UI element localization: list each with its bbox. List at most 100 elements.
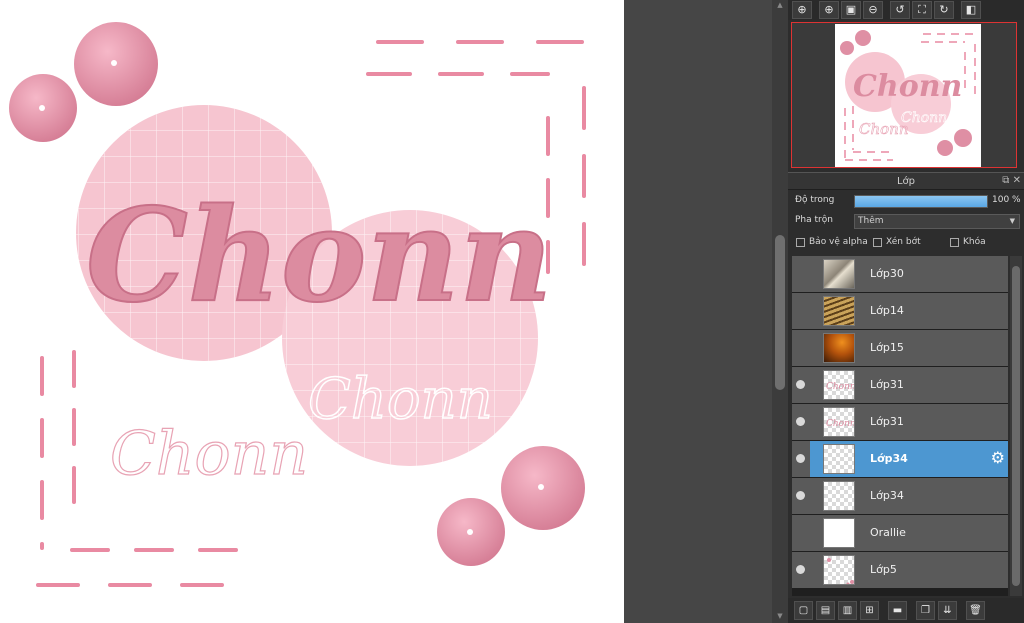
layer-name: Lớp34: [870, 452, 908, 465]
layer-panel-title: Lớp: [896, 176, 916, 187]
blend-mode-value: Thêm: [858, 216, 884, 226]
zoom-in-icon[interactable]: ⊕: [819, 1, 839, 19]
chevron-down-icon: ▼: [1009, 217, 1015, 225]
visibility-toggle[interactable]: [792, 515, 810, 551]
add-layer-menu-icon[interactable]: ⊞: [860, 601, 879, 620]
eye-icon: [796, 565, 805, 574]
layer-thumbnail: [823, 555, 855, 585]
layer-name: Lớp14: [870, 304, 904, 317]
scroll-up-icon[interactable]: ▲: [775, 1, 785, 9]
layer-list-scrollbar[interactable]: [1010, 256, 1022, 596]
layer-row[interactable]: Lớp34 ⚙: [792, 441, 1008, 477]
layer-thumbnail: [823, 444, 855, 474]
layer-panel-header: Lớp ⧉ ✕: [788, 172, 1024, 190]
merge-layer-icon[interactable]: ⇊: [938, 601, 957, 620]
opacity-slider-fill: [855, 196, 987, 207]
layer-name: Lớp31: [870, 415, 904, 428]
layer-row[interactable]: Lớp34: [792, 478, 1008, 514]
canvas-workspace: [624, 0, 772, 623]
layer-name: Lớp15: [870, 341, 904, 354]
eye-icon: [796, 491, 805, 500]
layer-list-scrollbar-thumb[interactable]: [1012, 266, 1020, 586]
protect-alpha-checkbox[interactable]: Bảo vệ alpha: [796, 237, 868, 247]
blend-row: Pha trộn Thêm ▼: [788, 212, 1024, 232]
visibility-toggle[interactable]: [792, 552, 810, 588]
layer-thumbnail: Chonn: [823, 370, 855, 400]
lock-checkbox[interactable]: Khóa: [950, 237, 986, 247]
lock-label: Khóa: [963, 237, 986, 247]
rotate-right-icon[interactable]: ↻: [934, 1, 954, 19]
layer-name: Orallie: [870, 526, 906, 539]
gear-icon[interactable]: ⚙: [991, 450, 1005, 466]
layer-toolbar: ▢ ▤ ▥ ⊞ ▬ ❐ ⇊ 🗑: [788, 598, 1024, 623]
medibang-window: Chonn Chonn Chonn ▲ ▼ ⊕ ⊕ ▣ ⊖ ↺ ⛶ ↻ ◧ Ch…: [0, 0, 1024, 623]
canvas-vertical-scrollbar[interactable]: ▲ ▼: [772, 0, 788, 623]
clipping-checkbox[interactable]: Xén bớt: [873, 237, 921, 247]
layer-name: Lớp31: [870, 378, 904, 391]
delete-layer-icon[interactable]: 🗑: [966, 601, 985, 620]
new-raster-icon[interactable]: ▤: [816, 601, 835, 620]
visibility-toggle[interactable]: [792, 478, 810, 514]
folder-icon[interactable]: ▬: [888, 601, 907, 620]
protect-alpha-label: Bảo vệ alpha: [809, 237, 868, 247]
layer-thumbnail: [823, 333, 855, 363]
layer-options-row: Bảo vệ alpha Xén bớt Khóa: [788, 234, 1024, 254]
zoom-actual-icon[interactable]: ⊕: [792, 1, 812, 19]
artwork: Chonn Chonn Chonn: [9, 22, 586, 587]
artwork-outline-text-1: Chonn: [308, 367, 493, 432]
navigator-preview[interactable]: Chonn Chonn Chonn: [791, 22, 1017, 168]
eye-icon: [796, 417, 805, 426]
right-panel: ⊕ ⊕ ▣ ⊖ ↺ ⛶ ↻ ◧ Chonn Chonn Chonn Lớp ⧉ …: [788, 0, 1024, 623]
layer-thumbnail: [823, 481, 855, 511]
visibility-toggle[interactable]: [792, 330, 810, 366]
visibility-toggle[interactable]: [792, 441, 810, 477]
layer-row[interactable]: Lớp5: [792, 552, 1008, 588]
flip-icon[interactable]: ◧: [961, 1, 981, 19]
new-folder-layer-icon[interactable]: ▥: [838, 601, 857, 620]
navigator-thumbnail: Chonn Chonn Chonn: [835, 24, 981, 167]
svg-text:Chonn: Chonn: [853, 69, 962, 104]
layer-name: Lớp30: [870, 267, 904, 280]
layer-thumbnail: [823, 296, 855, 326]
eye-icon: [796, 380, 805, 389]
layer-row[interactable]: Chonn Lớp31: [792, 367, 1008, 403]
layer-row[interactable]: Lớp14: [792, 293, 1008, 329]
visibility-toggle[interactable]: [792, 404, 810, 440]
fullscreen-icon[interactable]: ⛶: [912, 1, 932, 19]
opacity-label: Độ trong: [795, 195, 835, 205]
rotate-left-icon[interactable]: ↺: [890, 1, 910, 19]
navigator-toolbar: ⊕ ⊕ ▣ ⊖ ↺ ⛶ ↻ ◧: [788, 0, 1024, 20]
artwork-outline-text-2: Chonn: [110, 419, 308, 489]
visibility-toggle[interactable]: [792, 256, 810, 292]
layer-thumbnail: [823, 259, 855, 289]
layer-thumbnail: [823, 518, 855, 548]
opacity-slider[interactable]: [854, 195, 988, 208]
close-panel-icon[interactable]: ✕: [1013, 175, 1021, 186]
scrollbar-thumb[interactable]: [775, 235, 785, 390]
blend-label: Pha trộn: [795, 215, 833, 225]
new-layer-icon[interactable]: ▢: [794, 601, 813, 620]
eye-icon: [796, 454, 805, 463]
drawing-canvas[interactable]: Chonn Chonn Chonn: [0, 0, 624, 623]
layer-name: Lớp5: [870, 563, 897, 576]
visibility-toggle[interactable]: [792, 367, 810, 403]
scroll-down-icon[interactable]: ▼: [775, 612, 785, 620]
fit-screen-icon[interactable]: ▣: [841, 1, 861, 19]
opacity-row: Độ trong 100 %: [788, 192, 1024, 212]
opacity-value: 100 %: [992, 195, 1021, 205]
visibility-toggle[interactable]: [792, 293, 810, 329]
layer-row[interactable]: Lớp15: [792, 330, 1008, 366]
blend-mode-select[interactable]: Thêm ▼: [854, 214, 1020, 229]
svg-text:Chonn: Chonn: [859, 120, 909, 138]
svg-text:Chonn: Chonn: [826, 382, 855, 392]
layer-row[interactable]: Orallie: [792, 515, 1008, 551]
detach-panel-icon[interactable]: ⧉: [1002, 175, 1009, 186]
layer-list: Lớp30 Lớp14 Lớp15 Chonn Lớp31 Chonn Lớp31 Lớp34…: [792, 256, 1008, 596]
svg-text:Chonn: Chonn: [826, 419, 855, 429]
layer-row[interactable]: Chonn Lớp31: [792, 404, 1008, 440]
layer-name: Lớp34: [870, 489, 904, 502]
artwork-title-text: Chonn: [86, 181, 552, 331]
duplicate-layer-icon[interactable]: ❐: [916, 601, 935, 620]
zoom-out-icon[interactable]: ⊖: [863, 1, 883, 19]
layer-row[interactable]: Lớp30: [792, 256, 1008, 292]
